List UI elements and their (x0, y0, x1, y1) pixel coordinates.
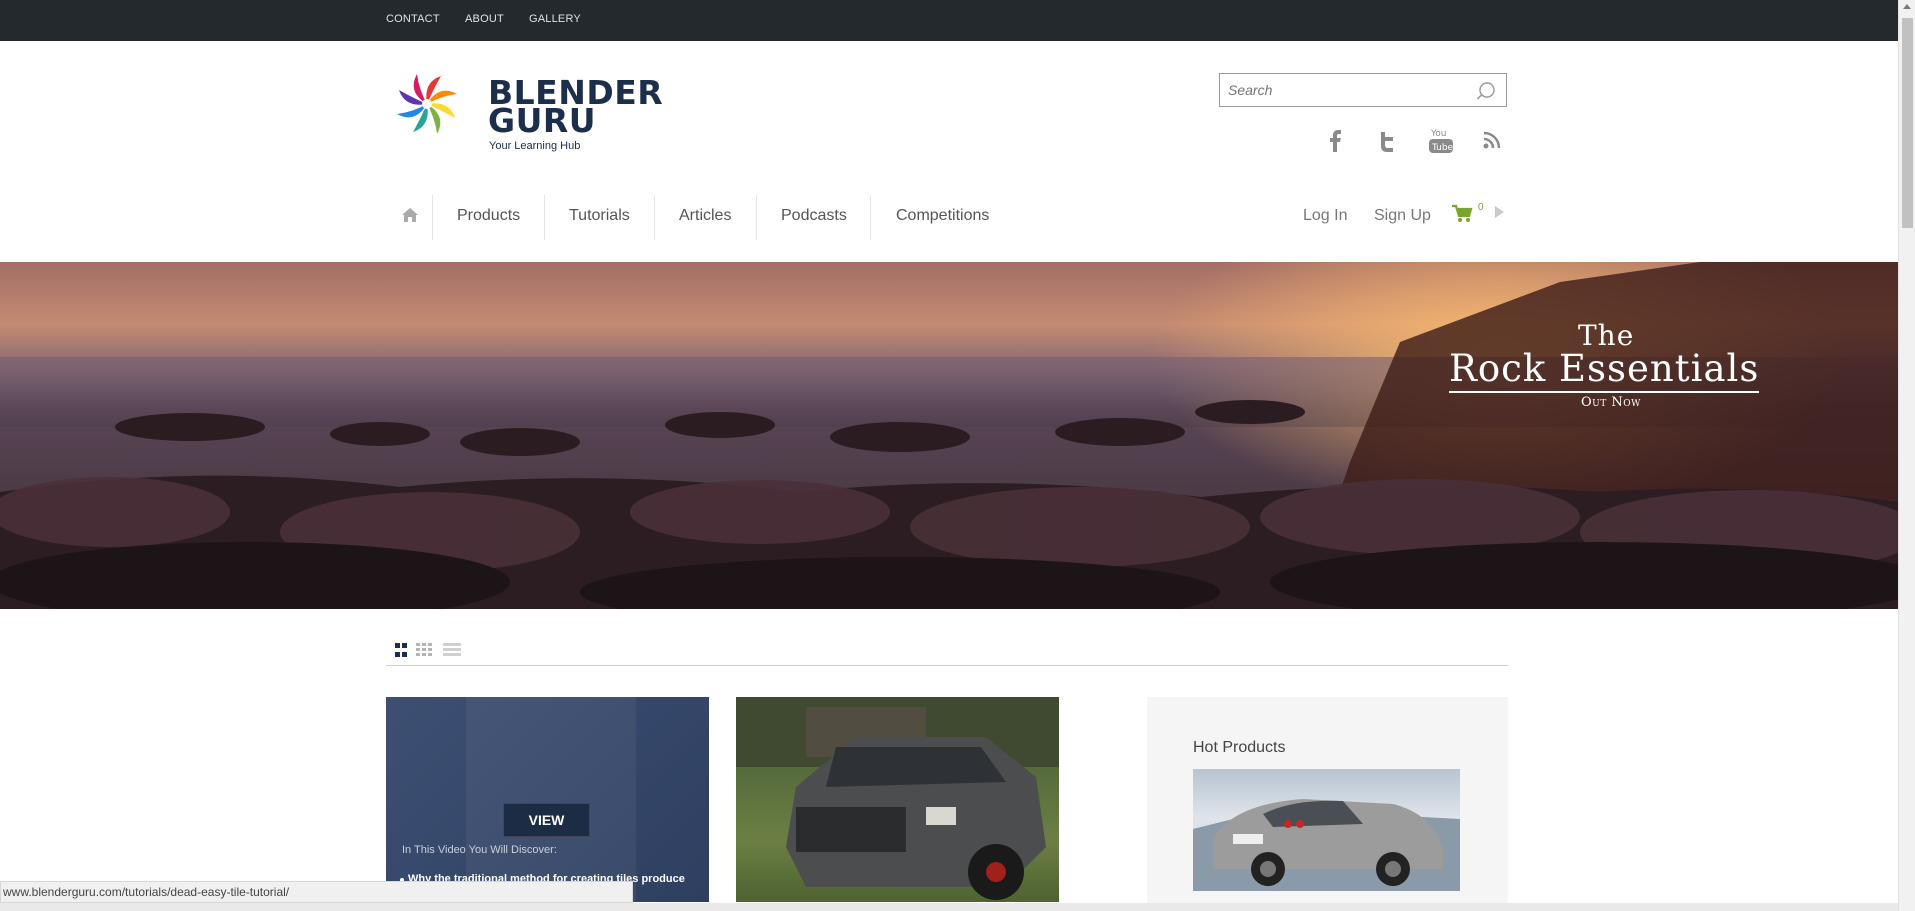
contact-link[interactable]: CONTACT (386, 13, 440, 25)
tutorial-card-truck[interactable] (736, 697, 1059, 902)
tutorial-card-tiles[interactable]: VIEW In This Video You Will Discover: Wh… (386, 697, 709, 902)
hot-product-image[interactable] (1193, 769, 1460, 891)
page-scrollbar[interactable] (1898, 0, 1915, 911)
banner-rocks-image (0, 262, 1898, 609)
facebook-icon[interactable] (1328, 130, 1342, 152)
top-bar: CONTACT ABOUT GALLERY (0, 0, 1898, 41)
cart-count: 0 (1478, 202, 1484, 213)
list-view-icon[interactable] (443, 643, 461, 662)
nav-separator (756, 195, 757, 240)
large-grid-view-icon[interactable] (395, 643, 407, 662)
svg-text:Tube: Tube (1431, 143, 1454, 153)
nav-separator (654, 195, 655, 240)
hero-banner[interactable]: The Rock Essentials Out Now (0, 262, 1898, 609)
logo-text-line2: GURU (488, 101, 597, 140)
view-button[interactable]: VIEW (503, 803, 590, 837)
nav-competitions[interactable]: Competitions (896, 205, 989, 227)
sidebar: Hot Products (1147, 697, 1508, 911)
cart-expand-arrow-icon[interactable] (1495, 206, 1504, 218)
logo-tagline: Your Learning Hub (489, 140, 581, 152)
hot-products-title: Hot Products (1193, 739, 1286, 756)
card-heading: In This Video You Will Discover: (402, 844, 557, 856)
svg-text:You: You (1430, 129, 1447, 139)
search-input[interactable] (1220, 74, 1460, 106)
login-link[interactable]: Log In (1303, 205, 1347, 227)
nav-products[interactable]: Products (457, 205, 520, 227)
youtube-icon[interactable]: You Tube (1428, 127, 1454, 155)
search-box (1219, 73, 1507, 107)
nav-separator (432, 195, 433, 240)
nav-podcasts[interactable]: Podcasts (781, 205, 847, 227)
bottom-strip (0, 903, 1898, 911)
nav-separator (544, 195, 545, 240)
nav-tutorials[interactable]: Tutorials (569, 205, 630, 227)
sports-car-image (1193, 799, 1460, 891)
scroll-up-arrow-icon[interactable] (1903, 4, 1911, 9)
twitter-icon[interactable] (1378, 130, 1396, 152)
truck-image (736, 697, 1059, 900)
search-icon[interactable] (1476, 81, 1496, 101)
card-background-texture (466, 697, 636, 902)
about-link[interactable]: ABOUT (465, 13, 504, 25)
signup-link[interactable]: Sign Up (1374, 205, 1431, 227)
gallery-link[interactable]: GALLERY (529, 13, 581, 25)
nav-separator (870, 195, 871, 240)
rss-icon[interactable] (1483, 130, 1501, 150)
content-divider (386, 665, 1508, 666)
home-icon[interactable] (401, 206, 419, 224)
browser-status-bar: www.blenderguru.com/tutorials/dead-easy-… (0, 881, 633, 903)
small-grid-view-icon[interactable] (416, 643, 432, 662)
site-logo[interactable]: BLENDER GURU Your Learning Hub (385, 72, 685, 162)
banner-title-line2: Rock Essentials (1449, 348, 1760, 393)
pinwheel-logo-icon (397, 74, 457, 134)
scrollbar-thumb[interactable] (1902, 18, 1913, 228)
cart-icon[interactable] (1451, 204, 1473, 224)
nav-articles[interactable]: Articles (679, 205, 731, 227)
banner-subtitle: Out Now (1581, 395, 1641, 410)
